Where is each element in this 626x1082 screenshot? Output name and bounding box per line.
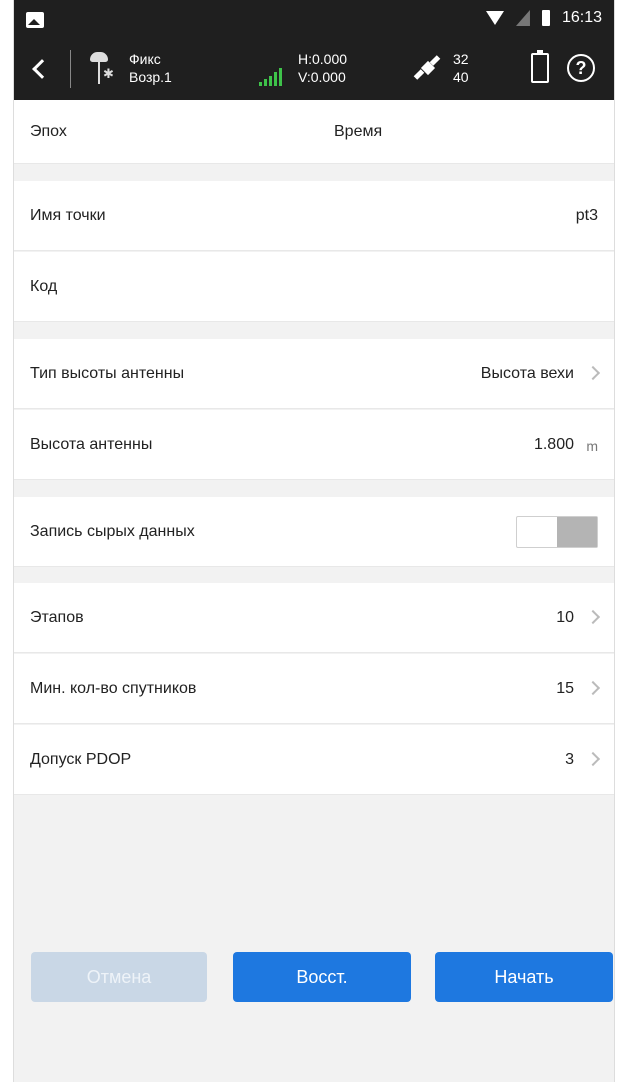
antenna-height-value[interactable]: 1.800 bbox=[534, 410, 574, 480]
gallery-notification-icon bbox=[26, 12, 44, 28]
min-satellites-label: Мин. кол-во спутников bbox=[30, 680, 197, 697]
fix-status[interactable]: Фикс Возр.1 bbox=[129, 50, 172, 86]
antenna-height-label: Высота антенны bbox=[30, 436, 153, 453]
start-button[interactable]: Начать bbox=[435, 952, 613, 1002]
code-row[interactable]: Код bbox=[14, 252, 614, 322]
chevron-right-icon bbox=[585, 751, 601, 767]
antenna-height-row[interactable]: Высота антенны 1.800 m bbox=[14, 410, 614, 480]
precision-readout[interactable]: H:0.000 V:0.000 bbox=[298, 50, 347, 86]
satellite-count[interactable]: 32 40 bbox=[453, 50, 469, 86]
point-name-value[interactable]: pt3 bbox=[576, 181, 598, 251]
antenna-type-value: Высота вехи bbox=[480, 365, 574, 382]
toolbar: ✱ Фикс Возр.1 H:0.000 V:0.000 32 40 ? bbox=[14, 38, 614, 100]
cancel-button[interactable]: Отмена bbox=[31, 952, 207, 1002]
code-label: Код bbox=[30, 278, 58, 295]
min-satellites-row[interactable]: Мин. кол-во спутников 15 bbox=[14, 654, 614, 724]
stages-value: 10 bbox=[556, 609, 574, 626]
sat-visible: 40 bbox=[453, 69, 469, 85]
status-bar: 16:13 bbox=[14, 0, 614, 38]
raw-data-toggle[interactable] bbox=[516, 516, 598, 548]
wifi-icon bbox=[485, 11, 504, 25]
antenna-type-label: Тип высоты антенны bbox=[30, 365, 185, 382]
bluetooth-icon: ✱ bbox=[103, 66, 114, 81]
clock: 16:13 bbox=[561, 9, 602, 26]
signal-strength-icon bbox=[259, 68, 282, 86]
toggle-knob bbox=[557, 517, 597, 547]
epoch-label: Эпох bbox=[30, 123, 67, 140]
point-name-row[interactable]: Имя точки pt3 bbox=[14, 181, 614, 251]
h-precision: H:0.000 bbox=[298, 51, 348, 67]
raw-data-label: Запись сырых данных bbox=[30, 523, 195, 540]
pdop-value: 3 bbox=[565, 751, 574, 768]
sat-used: 32 bbox=[453, 51, 469, 67]
pdop-label: Допуск PDOP bbox=[30, 751, 132, 768]
epoch-time-row: Эпох Время bbox=[14, 100, 614, 164]
stages-row[interactable]: Этапов 10 bbox=[14, 583, 614, 653]
toolbar-divider bbox=[70, 50, 71, 88]
chevron-right-icon bbox=[585, 609, 601, 625]
restore-button[interactable]: Восст. bbox=[233, 952, 411, 1002]
chevron-right-icon bbox=[585, 365, 601, 381]
fix-status-label: Фикс bbox=[129, 51, 161, 67]
satellite-icon[interactable] bbox=[413, 54, 444, 84]
age-label: Возр.1 bbox=[129, 69, 172, 85]
no-sim-icon bbox=[515, 10, 530, 26]
help-icon[interactable]: ? bbox=[567, 54, 595, 82]
time-label: Время bbox=[334, 123, 383, 140]
receiver-battery-icon bbox=[531, 50, 549, 83]
v-precision: V:0.000 bbox=[298, 69, 346, 85]
stages-label: Этапов bbox=[30, 609, 84, 626]
raw-data-row: Запись сырых данных bbox=[14, 497, 614, 567]
antenna-type-row[interactable]: Тип высоты антенны Высота вехи bbox=[14, 339, 614, 409]
battery-status-icon bbox=[541, 10, 550, 26]
antenna-height-unit: m bbox=[586, 438, 598, 454]
gnss-receiver-icon[interactable]: ✱ bbox=[86, 50, 116, 86]
back-icon[interactable] bbox=[24, 52, 54, 86]
app-frame: 16:13 ✱ Фикс Возр.1 H:0.000 V:0.000 32 4… bbox=[13, 0, 615, 1082]
chevron-right-icon bbox=[585, 680, 601, 696]
pdop-row[interactable]: Допуск PDOP 3 bbox=[14, 725, 614, 795]
point-name-label: Имя точки bbox=[30, 207, 106, 224]
min-satellites-value: 15 bbox=[556, 680, 574, 697]
